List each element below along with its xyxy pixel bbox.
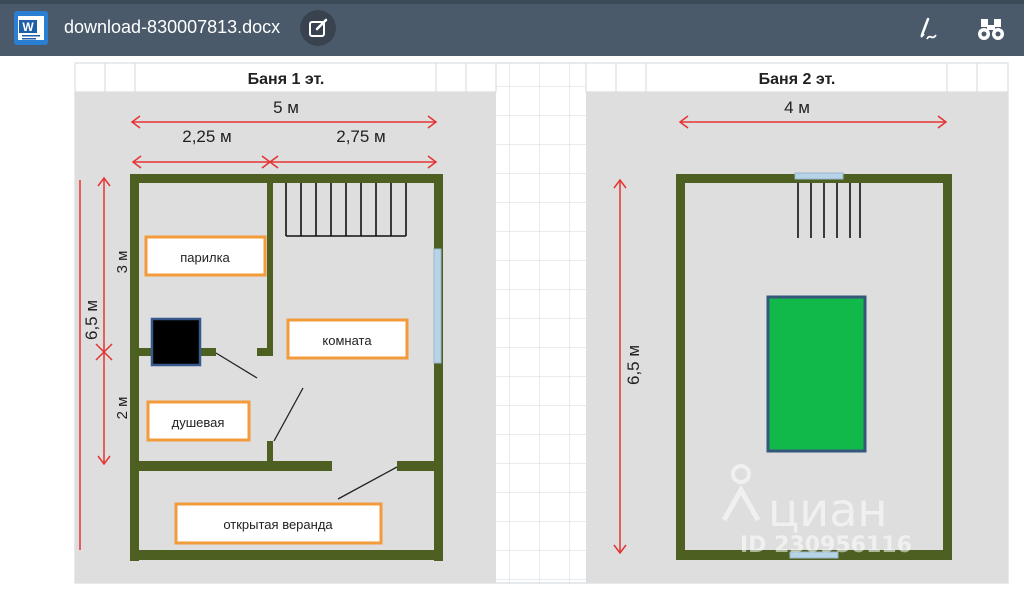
watermark-brand: циан [768,483,887,537]
dim-total-height: 6,5 м [82,300,101,340]
label-shower: душевая [146,400,251,442]
svg-text:W: W [22,20,34,34]
svg-text:комната: комната [322,333,372,348]
svg-text:открытая веранда: открытая веранда [223,517,333,532]
wall-top [130,174,443,183]
pool-icon [766,295,867,453]
word-icon[interactable]: W [14,11,48,45]
wall-veranda-right [397,461,437,471]
dim-upper-height: 3 м [114,251,131,274]
svg-text:парилка: парилка [180,250,230,265]
label-veranda: открытая веранда [174,502,383,545]
dim-left-width: 2,25 м [182,127,232,146]
window [433,248,442,364]
wall-bottom [130,550,443,560]
wall-veranda-left [139,461,332,471]
dim-floor2-height: 6,5 м [624,345,643,385]
app-toolbar: W download-830007813.docx [0,0,1024,56]
floor2-title: Баня 2 эт. [759,71,836,88]
edit-button[interactable] [300,10,336,46]
document-title: download-830007813.docx [64,17,281,37]
status-strip [0,0,1024,4]
edit-icon [309,18,328,37]
stove-icon [150,317,202,367]
wall-partition-vertical [267,183,273,355]
document-canvas: Баня 1 эт. Баня 2 эт. 5 м 2,25 м 2,75 м … [74,62,1009,584]
wall-right [434,174,443,561]
label-steam-room: парилка [144,235,267,277]
pen-icon[interactable] [912,13,944,45]
wall-left [130,174,139,561]
floor1-title: Баня 1 эт. [248,71,325,88]
svg-text:душевая: душевая [172,415,225,430]
window2-top [794,172,844,180]
binoculars-icon[interactable] [975,13,1007,45]
watermark-id: ID 230956116 [740,533,912,558]
dim-right-width: 2,75 м [336,127,386,146]
label-room: комната [286,318,409,360]
wall2-left [676,174,685,560]
dim-floor2-width: 4 м [784,98,810,117]
wall2-right [943,174,952,560]
dim-total-width: 5 м [273,98,299,117]
dim-lower-height: 2 м [114,397,131,420]
